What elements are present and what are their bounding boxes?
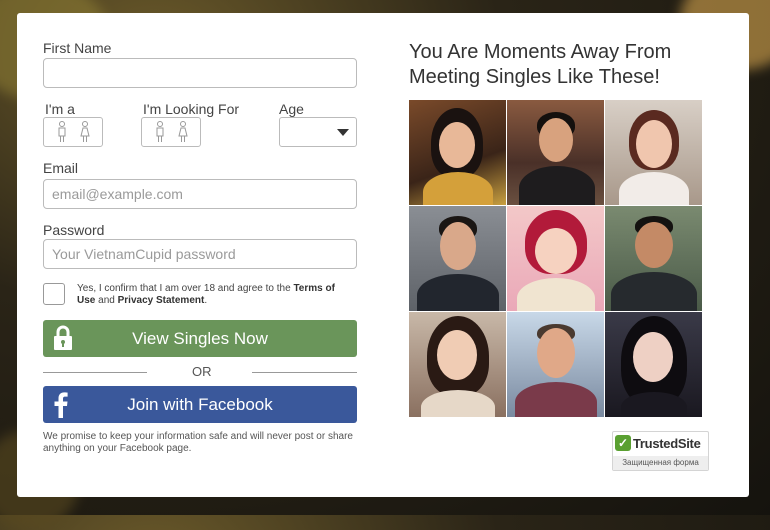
or-divider-left <box>43 372 147 373</box>
age-label: Age <box>279 101 304 117</box>
trusted-site-subtitle: Защищенная форма <box>613 456 708 470</box>
terms-suffix: . <box>204 295 208 306</box>
view-singles-label: View Singles Now <box>132 328 268 348</box>
trusted-site-header: ✓ TrustedSite <box>615 435 701 451</box>
looking-for-selector[interactable] <box>141 117 201 147</box>
profile-photo[interactable] <box>605 100 702 205</box>
age-select[interactable] <box>279 117 357 147</box>
view-singles-button[interactable]: View Singles Now <box>43 320 357 357</box>
first-name-input[interactable] <box>43 58 357 88</box>
signup-card: First Name I'm a I'm Looking For Age Ema… <box>17 13 749 497</box>
terms-and: and <box>98 295 115 306</box>
facebook-join-label: Join with Facebook <box>127 394 273 414</box>
password-label: Password <box>43 222 105 238</box>
profile-photo[interactable] <box>605 312 702 417</box>
or-divider-right <box>252 372 357 373</box>
female-icon[interactable] <box>79 121 91 143</box>
password-input[interactable]: Your VietnamCupid password <box>43 239 357 269</box>
terms-text: Yes, I confirm that I am over 18 and agr… <box>77 283 347 307</box>
promo-headline: You Are Moments Away From Meeting Single… <box>409 40 671 90</box>
singles-photo-grid <box>409 100 702 417</box>
terms-prefix: Yes, I confirm that I am over 18 and agr… <box>77 283 291 294</box>
profile-photo[interactable] <box>409 206 506 311</box>
facebook-join-button[interactable]: Join with Facebook <box>43 386 357 423</box>
profile-photo[interactable] <box>409 312 506 417</box>
lock-icon <box>52 325 74 356</box>
chevron-down-icon <box>337 129 349 136</box>
privacy-promise-text: We promise to keep your information safe… <box>43 431 353 454</box>
male-icon[interactable] <box>154 121 166 143</box>
profile-photo[interactable] <box>409 100 506 205</box>
privacy-statement-link[interactable]: Privacy Statement <box>118 295 205 306</box>
im-a-label: I'm a <box>45 101 75 117</box>
profile-photo[interactable] <box>507 100 604 205</box>
or-label: OR <box>192 364 212 379</box>
profile-photo[interactable] <box>605 206 702 311</box>
facebook-icon <box>54 392 68 423</box>
promo-headline-line2: Meeting Singles Like These! <box>409 66 660 88</box>
profile-photo[interactable] <box>507 312 604 417</box>
terms-checkbox[interactable] <box>43 283 65 305</box>
trusted-site-name: TrustedSite <box>633 435 701 451</box>
first-name-label: First Name <box>43 40 112 56</box>
trusted-site-badge[interactable]: ✓ TrustedSite Защищенная форма <box>612 431 709 471</box>
profile-photo[interactable] <box>507 206 604 311</box>
looking-for-label: I'm Looking For <box>143 101 240 117</box>
female-icon[interactable] <box>177 121 189 143</box>
promo-headline-line1: You Are Moments Away From <box>409 41 672 63</box>
im-a-selector[interactable] <box>43 117 103 147</box>
email-input[interactable]: email@example.com <box>43 179 357 209</box>
email-label: Email <box>43 160 79 176</box>
male-icon[interactable] <box>56 121 68 143</box>
checkmark-icon: ✓ <box>615 435 631 451</box>
